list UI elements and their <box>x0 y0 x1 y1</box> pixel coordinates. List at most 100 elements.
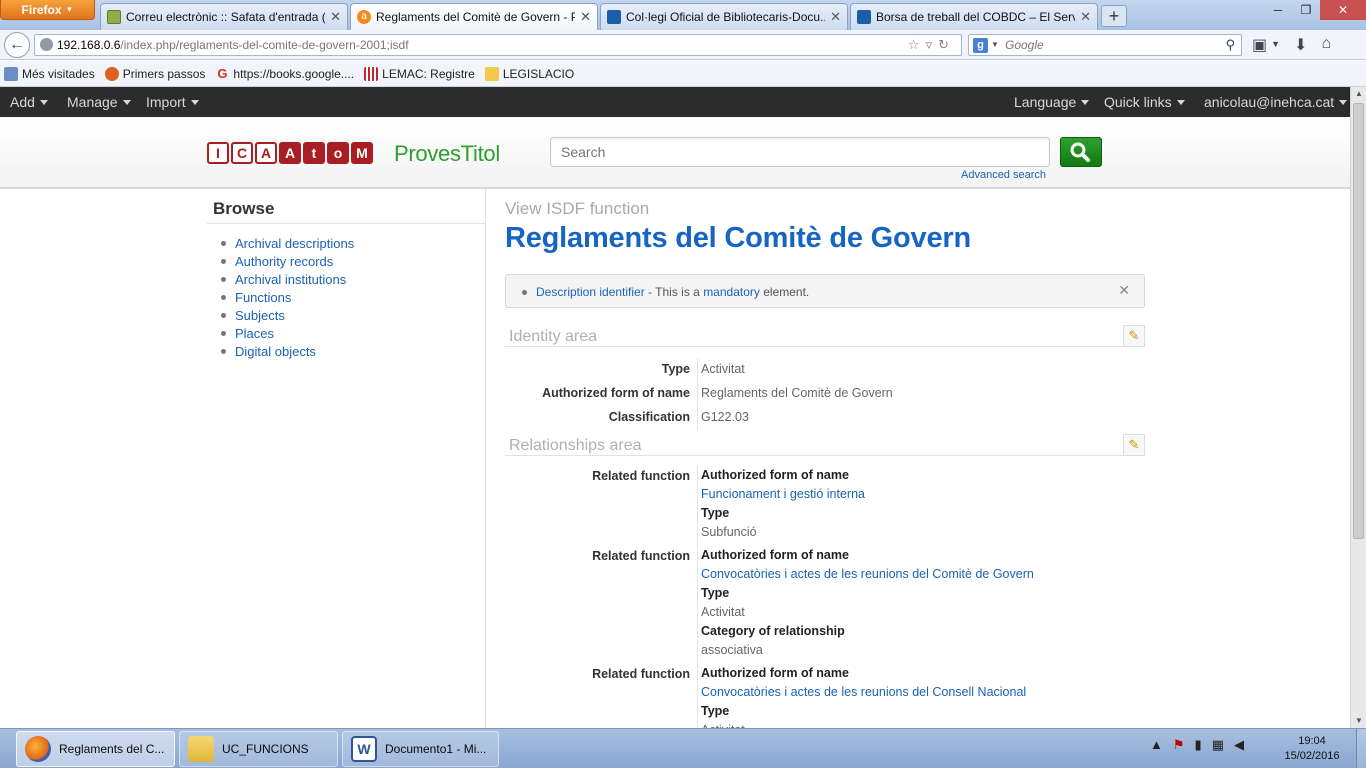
bookmark-most-visited[interactable]: Més visitades <box>4 66 95 81</box>
close-tab-icon[interactable]: ✕ <box>1080 9 1091 25</box>
chevron-down-icon: ▼ <box>65 5 74 14</box>
tray-expand-icon[interactable]: ▲ <box>1150 737 1163 753</box>
edit-pencil-icon[interactable]: ✎ <box>1123 434 1145 456</box>
browser-toolbar-icons: ▣ ▼ ⬇ ⌂ <box>1252 35 1331 55</box>
search-input[interactable] <box>550 137 1050 167</box>
browser-search-bar[interactable]: g ▼ Google ⚲ <box>968 34 1242 56</box>
power-icon[interactable]: ▮ <box>1195 737 1202 753</box>
browse-link-subjects[interactable]: Subjects <box>221 306 485 324</box>
manage-menu[interactable]: Manage <box>67 94 131 110</box>
description-identifier-link[interactable]: Description identifier <box>536 285 645 299</box>
bookmark-label: https://books.google.... <box>233 66 355 81</box>
field-label: Related function <box>592 469 690 483</box>
minimize-icon[interactable]: ─ <box>1264 0 1292 20</box>
close-tab-icon[interactable]: ✕ <box>580 9 591 25</box>
browse-link-authority-records[interactable]: Authority records <box>221 252 485 270</box>
field-value: Reglaments del Comitè de Govern <box>701 386 893 400</box>
browse-link-digital-objects[interactable]: Digital objects <box>221 342 485 360</box>
close-tab-icon[interactable]: ✕ <box>830 9 841 25</box>
logo-letter: C <box>231 142 253 164</box>
advanced-search-link[interactable]: Advanced search <box>961 169 1046 181</box>
page-scrollbar[interactable]: ▲ ▼ <box>1350 87 1366 728</box>
logo-letter: A <box>255 142 277 164</box>
system-clock[interactable]: 19:04 15/02/2016 <box>1282 734 1342 764</box>
bookmark-legislacio[interactable]: LEGISLACIO <box>484 66 574 81</box>
reload-icon[interactable]: ↻ <box>938 37 955 52</box>
atom-logo[interactable]: I C A A t o M <box>207 142 373 164</box>
identity-area-title[interactable]: Identity area <box>509 328 597 346</box>
user-menu[interactable]: anicolau@inehca.cat <box>1204 94 1348 110</box>
taskbar-button-firefox[interactable]: Reglaments del C... <box>16 731 175 767</box>
search-icon <box>1070 142 1090 162</box>
close-tab-icon[interactable]: ✕ <box>330 9 341 25</box>
taskbar-button-word[interactable]: W Documento1 - Mi... <box>342 731 499 767</box>
bookmark-lemac[interactable]: LEMAC: Registre <box>364 66 475 81</box>
field-label: Related function <box>592 667 690 681</box>
bookmark-google-books[interactable]: G https://books.google.... <box>215 66 355 81</box>
restore-icon[interactable]: ❐ <box>1292 0 1320 20</box>
logo-letter: M <box>351 142 373 164</box>
browse-link-archival-descriptions[interactable]: Archival descriptions <box>221 234 485 252</box>
tab-title: Borsa de treball del COBDC – El Servei..… <box>876 10 1075 24</box>
relation-name-link[interactable]: Convocatòries i actes de les reunions de… <box>701 683 1141 702</box>
scroll-down-arrow-icon[interactable]: ▼ <box>1351 714 1366 728</box>
chevron-down-icon[interactable]: ▼ <box>1271 35 1280 55</box>
browser-nav-bar: ← 192.168.0.6/index.php/reglaments-del-c… <box>0 30 1366 60</box>
firefox-menu-button[interactable]: Firefox ▼ <box>0 0 95 20</box>
import-menu[interactable]: Import <box>146 94 199 110</box>
new-tab-button[interactable]: + <box>1101 5 1127 27</box>
relationships-area-title[interactable]: Relationships area <box>509 437 642 455</box>
alert-text: element. <box>759 285 810 299</box>
volume-icon[interactable]: ◀ <box>1234 737 1244 753</box>
google-icon[interactable]: g <box>973 38 988 53</box>
home-icon[interactable]: ⌂ <box>1321 35 1331 55</box>
download-icon[interactable]: ⬇ <box>1294 35 1307 55</box>
history-dropdown-icon[interactable]: ▿ <box>926 37 939 52</box>
network-icon[interactable]: ▦ <box>1212 737 1224 753</box>
browser-tab-reglaments[interactable]: a Reglaments del Comitè de Govern - P...… <box>350 3 598 30</box>
search-button[interactable] <box>1060 137 1102 167</box>
close-window-icon[interactable]: ✕ <box>1320 0 1366 20</box>
add-menu[interactable]: Add <box>10 94 48 110</box>
bookmark-star-icon[interactable]: ☆ <box>908 37 926 52</box>
browse-link-places[interactable]: Places <box>221 324 485 342</box>
show-desktop-button[interactable] <box>1356 729 1366 768</box>
relation-name-link[interactable]: Convocatòries i actes de les reunions de… <box>701 565 1141 584</box>
browse-link-archival-institutions[interactable]: Archival institutions <box>221 270 485 288</box>
clock-time: 19:04 <box>1298 735 1326 747</box>
relation-name-link[interactable]: Funcionament i gestió interna <box>701 485 1141 504</box>
site-name[interactable]: ProvesTitol <box>394 141 500 167</box>
browser-tab-cobdc[interactable]: Col·legi Oficial de Bibliotecaris-Docu..… <box>600 3 848 30</box>
scroll-up-arrow-icon[interactable]: ▲ <box>1351 87 1366 101</box>
url-bar[interactable]: 192.168.0.6/index.php/reglaments-del-com… <box>34 34 962 56</box>
chevron-down-icon[interactable]: ▼ <box>991 40 999 49</box>
site-header: I C A A t o M ProvesTitol Advanced searc… <box>0 117 1350 189</box>
browse-list: Archival descriptions Authority records … <box>207 234 485 360</box>
back-arrow-icon[interactable]: ← <box>4 32 30 58</box>
quick-links-menu[interactable]: Quick links <box>1104 94 1185 110</box>
atom-top-bar: Add Manage Import Language Quick links a… <box>0 87 1350 117</box>
page-subtitle: View ISDF function <box>505 199 650 218</box>
column-separator <box>697 545 698 663</box>
alert-text: - This is a <box>644 285 704 299</box>
close-icon[interactable]: ✕ <box>1118 282 1130 299</box>
user-menu-label: anicolau@inehca.cat <box>1204 94 1335 110</box>
system-tray: ▲ ⚑ ▮ ▦ ◀ <box>1150 737 1244 753</box>
browse-link-functions[interactable]: Functions <box>221 288 485 306</box>
column-separator <box>697 663 698 728</box>
action-center-flag-icon[interactable]: ⚑ <box>1173 737 1185 753</box>
relation-category-value: associativa <box>701 643 763 657</box>
taskbar-button-explorer[interactable]: UC_FUNCIONS <box>179 731 338 767</box>
browser-tab-mail[interactable]: Correu electrònic :: Safata d'entrada (.… <box>100 3 348 30</box>
folder-icon <box>188 736 214 762</box>
browser-tab-borsa[interactable]: Borsa de treball del COBDC – El Servei..… <box>850 3 1098 30</box>
bookmark-first-steps[interactable]: Primers passos <box>104 66 205 81</box>
relation-name-heading: Authorized form of name <box>701 666 849 680</box>
bookmarks-menu-icon[interactable]: ▣ <box>1252 35 1267 55</box>
search-icon[interactable]: ⚲ <box>1225 37 1235 53</box>
tab-title: Reglaments del Comitè de Govern - P... <box>376 10 576 24</box>
mandatory-link[interactable]: mandatory <box>703 285 760 299</box>
language-menu[interactable]: Language <box>1014 94 1090 110</box>
edit-pencil-icon[interactable]: ✎ <box>1123 325 1145 347</box>
scrollbar-thumb[interactable] <box>1353 103 1364 539</box>
